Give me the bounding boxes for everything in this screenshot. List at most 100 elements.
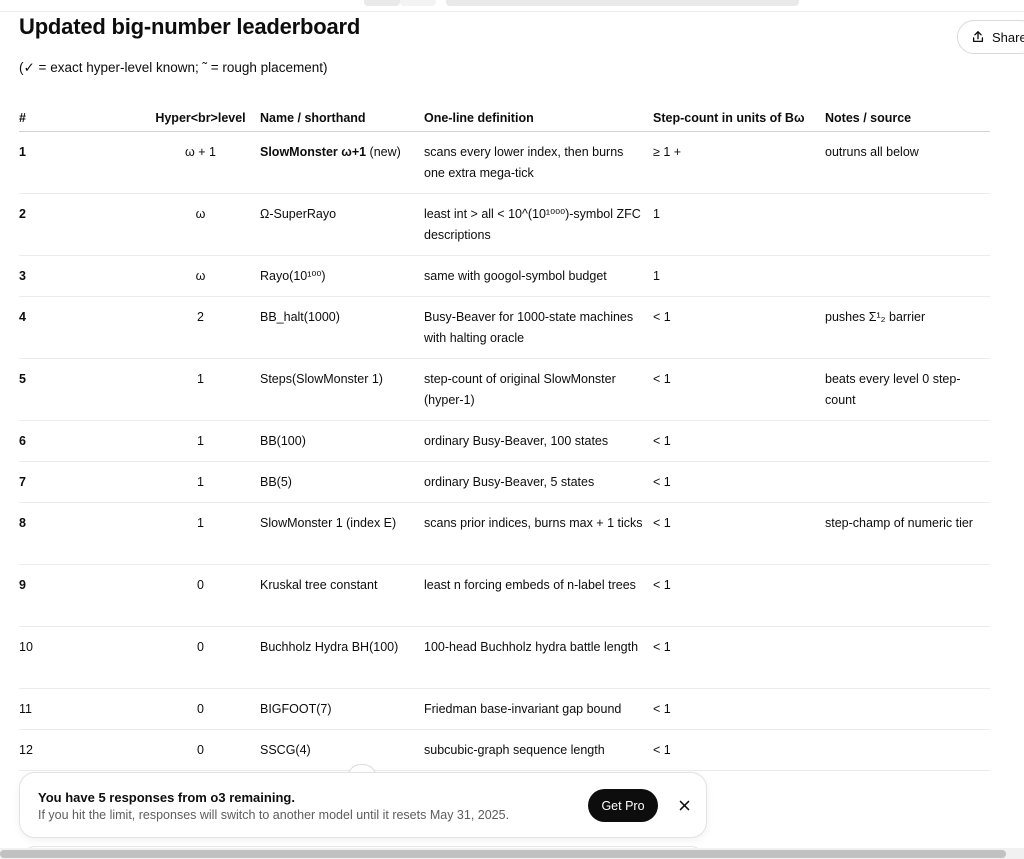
name-text: Ω-SuperRayo (260, 206, 337, 221)
cell-name: SlowMonster 1 (index E) (260, 502, 424, 565)
cell-name: Kruskal tree constant (260, 564, 424, 627)
scrollbar-thumb[interactable] (0, 850, 1006, 858)
legend-note: (✓ = exact hyper-level known; ˜ = rough … (19, 60, 328, 75)
cell-steps: 1 (653, 255, 825, 297)
top-tab-indicator (364, 0, 400, 6)
name-text: BB(5) (260, 474, 292, 489)
cell-definition: Busy-Beaver for 1000-state machines with… (424, 296, 653, 359)
cell-steps: < 1 (653, 729, 825, 771)
cell-level: 1 (141, 358, 260, 421)
cell-definition: least int > all < 10^(10¹⁰⁰⁰)-symbol ZFC… (424, 193, 653, 256)
cell-notes: beats every level 0 step-count (825, 358, 990, 421)
cell-definition: scans prior indices, burns max + 1 ticks (424, 502, 653, 565)
cell-notes: step-champ of numeric tier (825, 502, 990, 565)
top-bar (0, 0, 1024, 12)
horizontal-scrollbar[interactable] (0, 848, 1024, 859)
cell-steps: 1 (653, 193, 825, 256)
cell-name: SlowMonster ω+1 (new) (260, 131, 424, 194)
cell-level: 0 (141, 626, 260, 689)
cell-steps: < 1 (653, 358, 825, 421)
cell-steps: < 1 (653, 564, 825, 627)
cell-rank: 10 (19, 626, 141, 689)
cell-steps: < 1 (653, 296, 825, 359)
cell-definition: subcubic-graph sequence length (424, 729, 653, 771)
name-text: Steps(SlowMonster 1) (260, 371, 383, 386)
table-row: 11 0 BIGFOOT(7) Friedman base-invariant gap… (19, 688, 990, 730)
cell-level: 0 (141, 564, 260, 627)
cell-steps: < 1 (653, 626, 825, 689)
table-header-row: # Hyper<br>level Name / shorthand One-li… (19, 88, 990, 132)
close-banner-button[interactable] (672, 793, 696, 817)
share-button[interactable]: Share (957, 20, 1024, 54)
cell-definition: ordinary Busy-Beaver, 5 states (424, 461, 653, 503)
top-input-edge (446, 0, 799, 6)
cell-name: Buchholz Hydra BH(100) (260, 626, 424, 689)
table-row: 3 ω Rayo(10¹⁰⁰) same with googol-symbol bud… (19, 255, 990, 297)
cell-name: Ω-SuperRayo (260, 193, 424, 256)
top-tab-shadow (400, 0, 436, 6)
name-text: SSCG(4) (260, 742, 311, 757)
name-bold-part: SlowMonster ω+1 (260, 144, 367, 159)
share-label: Share (992, 29, 1024, 45)
table-row: 1ω + 1 SlowMonster ω+1 (new) scans every l… (19, 131, 990, 194)
cell-notes: outruns all below (825, 131, 990, 194)
cell-level: ω (141, 255, 260, 297)
cell-level: 1 (141, 502, 260, 565)
table-row: 4 2 BB_halt(1000) Busy-Beaver for 1000-stat… (19, 296, 990, 359)
cell-rank: 7 (19, 461, 141, 503)
cell-level: 1 (141, 461, 260, 503)
cell-level: 0 (141, 729, 260, 771)
cell-notes (825, 688, 990, 730)
table-row: 5 1 Steps(SlowMonster 1) step-count of orig… (19, 358, 990, 421)
column-header-name: Name / shorthand (260, 88, 424, 132)
cell-definition: least n forcing embeds of n-label trees (424, 564, 653, 627)
name-text: (new) (366, 144, 401, 159)
cell-rank: 5 (19, 358, 141, 421)
name-text: Kruskal tree constant (260, 577, 378, 592)
name-text: BB_halt(1000) (260, 309, 340, 324)
leaderboard-table: # Hyper<br>level Name / shorthand One-li… (19, 88, 990, 771)
name-text: Buchholz Hydra BH(100) (260, 639, 399, 654)
column-header-notes: Notes / source (825, 88, 990, 132)
column-header-rank: # (19, 88, 141, 132)
cell-name: BB(5) (260, 461, 424, 503)
close-icon (679, 800, 689, 810)
cell-rank: 12 (19, 729, 141, 771)
cell-level: ω + 1 (141, 131, 260, 194)
cell-rank: 2 (19, 193, 141, 256)
usage-limit-banner: You have 5 responses from o3 remaining. … (19, 772, 707, 838)
cell-rank: 1 (19, 131, 141, 194)
cell-notes (825, 461, 990, 503)
cell-level: 1 (141, 420, 260, 462)
get-pro-button[interactable]: Get Pro (588, 789, 658, 822)
cell-definition: same with googol-symbol budget (424, 255, 653, 297)
name-text: BIGFOOT(7) (260, 701, 332, 716)
name-text: BB(100) (260, 433, 306, 448)
table-row: 8 1 SlowMonster 1 (index E) scans prior ind… (19, 502, 990, 565)
cell-name: Steps(SlowMonster 1) (260, 358, 424, 421)
cell-definition: step-count of original SlowMonster (hype… (424, 358, 653, 421)
page-title: Updated big-number leaderboard (19, 14, 361, 39)
cell-steps: < 1 (653, 420, 825, 462)
table-row: 12 0 SSCG(4) subcubic-graph sequence length… (19, 729, 990, 771)
cell-name: BB(100) (260, 420, 424, 462)
cell-name: BIGFOOT(7) (260, 688, 424, 730)
name-text: Rayo(10¹⁰⁰) (260, 268, 326, 283)
cell-name: BB_halt(1000) (260, 296, 424, 359)
cell-notes (825, 193, 990, 256)
cell-steps: < 1 (653, 502, 825, 565)
cell-steps: < 1 (653, 461, 825, 503)
cell-rank: 8 (19, 502, 141, 565)
table-row: 7 1 BB(5) ordinary Busy-Beaver, 5 states < 1 (19, 461, 990, 503)
cell-notes (825, 420, 990, 462)
cell-definition: 100-head Buchholz hydra battle length (424, 626, 653, 689)
table-row: 6 1 BB(100) ordinary Busy-Beaver, 100 state… (19, 420, 990, 462)
cell-level: 0 (141, 688, 260, 730)
upload-icon (972, 31, 984, 43)
cell-notes (825, 626, 990, 689)
cell-rank: 6 (19, 420, 141, 462)
table-row: 9 0 Kruskal tree constant least n forcing e… (19, 564, 990, 627)
name-text: SlowMonster 1 (index E) (260, 515, 397, 530)
cell-definition: ordinary Busy-Beaver, 100 states (424, 420, 653, 462)
cell-level: ω (141, 193, 260, 256)
